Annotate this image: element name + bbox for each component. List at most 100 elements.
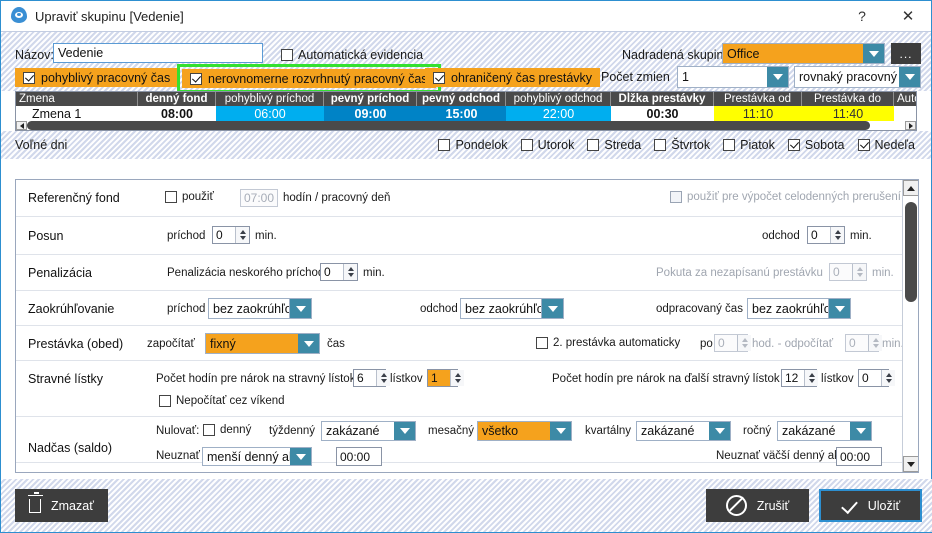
chevron-down-icon[interactable] (709, 422, 730, 440)
chevron-down-icon[interactable] (542, 299, 563, 318)
stepper-arrows-icon[interactable] (737, 335, 751, 351)
stepper-arrows-icon[interactable] (881, 370, 895, 386)
meal-weekend-box[interactable] (159, 395, 171, 407)
hscroll-thumb[interactable] (27, 121, 870, 130)
col-zmena[interactable]: Zmena (16, 92, 138, 106)
col-prestavka-do[interactable]: Prestávka do (802, 92, 894, 106)
meal-tickets-value[interactable]: 1 (428, 370, 450, 386)
second-break-deduct-value[interactable]: 0 (846, 335, 868, 351)
rounding-departure-select[interactable]: bez zaokrúhľovania (460, 298, 542, 319)
day-monday-box[interactable] (438, 139, 451, 151)
overtime-daily-box[interactable] (203, 424, 215, 436)
scroll-up-icon[interactable] (903, 180, 918, 196)
tag-uneven-schedule-box[interactable] (190, 72, 202, 85)
meal-next-tickets-value[interactable]: 0 (859, 370, 881, 386)
settings-vertical-scrollbar[interactable] (902, 180, 918, 472)
second-break-box[interactable] (536, 337, 548, 349)
day-monday[interactable]: Pondelok (438, 138, 508, 152)
tag-uneven-schedule[interactable]: nerovnomerne rozvrhnutý pracovný čas (182, 69, 436, 88)
penalty-break-value[interactable]: 0 (830, 264, 852, 280)
overtime-yearly-select[interactable]: zakázané (777, 421, 872, 441)
day-friday[interactable]: Piatok (723, 138, 775, 152)
chevron-down-icon[interactable] (290, 448, 311, 465)
day-sunday-box[interactable] (857, 139, 870, 151)
shift-adjust-departure-stepper[interactable]: 0 (807, 226, 845, 244)
overtime-monthly-select[interactable]: všetko (477, 421, 572, 441)
tag-flexible-worktime-box[interactable] (23, 71, 35, 84)
day-saturday[interactable]: Sobota (787, 138, 845, 152)
stepper-arrows-icon[interactable] (343, 264, 357, 280)
second-break-after-value[interactable]: 0 (715, 335, 737, 351)
meal-next-hours-stepper[interactable]: 12 (781, 369, 818, 387)
shift-adjust-departure-value[interactable]: 0 (808, 227, 830, 243)
meal-tickets-stepper[interactable]: 1 (427, 369, 464, 387)
col-pevny-prichod[interactable]: pevný príchod (324, 92, 417, 106)
stepper-arrows-icon[interactable] (376, 370, 390, 386)
tag-flexible-worktime[interactable]: pohyblivý pracovný čas (15, 68, 179, 87)
overtime-daily-checkbox[interactable]: denný (203, 424, 251, 436)
penalty-late-value[interactable]: 0 (321, 264, 343, 280)
rounding-departure-arrow[interactable] (542, 298, 564, 319)
shift-mode-select[interactable]: rovnaký pracovný (794, 66, 921, 88)
col-pohyblivy-prichod[interactable]: pohyblivý príchod (216, 92, 324, 106)
stepper-arrows-icon[interactable] (804, 370, 818, 386)
shift-adjust-arrival-value[interactable]: 0 (213, 227, 235, 243)
scroll-left-icon[interactable] (16, 121, 27, 130)
tag-limited-break[interactable]: ohraničený čas prestávky (425, 68, 601, 87)
close-icon[interactable]: ✕ (885, 1, 931, 31)
day-sunday[interactable]: Nedeľa (857, 138, 915, 152)
chevron-down-icon[interactable] (899, 67, 920, 87)
parent-group-select[interactable]: Office (722, 43, 885, 64)
col-pohyblivy-odchod[interactable]: pohyblivý odchod (506, 92, 611, 106)
lunch-count-select[interactable]: fixný (205, 333, 320, 354)
scroll-down-icon[interactable] (903, 456, 918, 472)
stepper-arrows-icon[interactable] (830, 227, 844, 243)
penalty-break-stepper[interactable]: 0 (829, 263, 867, 281)
overtime-ignore-time[interactable]: 00:00 (336, 447, 382, 466)
meal-weekend-checkbox[interactable]: Nepočítať cez víkend (159, 395, 285, 407)
help-button[interactable]: ? (839, 1, 885, 31)
name-input[interactable] (53, 43, 263, 63)
meal-hours-value[interactable]: 6 (354, 370, 376, 386)
reference-fullday-box[interactable] (670, 191, 682, 203)
second-break-after-stepper[interactable]: 0 (714, 334, 751, 352)
delete-button[interactable]: Zmazať (15, 489, 108, 522)
meal-next-tickets-stepper[interactable]: 0 (858, 369, 895, 387)
chevron-down-icon[interactable] (290, 299, 311, 318)
vscroll-thumb[interactable] (905, 202, 917, 302)
chevron-down-icon[interactable] (863, 44, 884, 63)
overtime-weekly-select[interactable]: zakázané (321, 421, 416, 441)
rounding-arrival-arrow[interactable] (290, 298, 312, 319)
col-automaticky-odpocet[interactable]: Automatický odpo (894, 92, 916, 106)
save-button[interactable]: Uložiť (819, 489, 922, 522)
overtime-ignore-select[interactable]: menší denný ako (202, 447, 312, 466)
table-horizontal-scrollbar[interactable] (16, 121, 916, 130)
day-thursday-box[interactable] (654, 139, 667, 151)
stepper-arrows-icon[interactable] (852, 264, 866, 280)
rounding-arrival-select[interactable]: bez zaokrúhľovania (208, 298, 290, 319)
stepper-arrows-icon[interactable] (868, 335, 882, 351)
chevron-down-icon[interactable] (850, 422, 871, 440)
reference-hours-input[interactable]: 07:00 (240, 189, 278, 207)
tag-limited-break-box[interactable] (433, 71, 445, 84)
stepper-arrows-icon[interactable] (235, 227, 249, 243)
hscroll-track[interactable] (27, 121, 905, 130)
shift-adjust-arrival-stepper[interactable]: 0 (212, 226, 250, 244)
day-wednesday-box[interactable] (587, 139, 600, 151)
auto-evidence-box[interactable] (281, 49, 293, 61)
day-tuesday[interactable]: Utorok (520, 138, 574, 152)
chevron-down-icon[interactable] (550, 422, 571, 440)
overtime-quarterly-select[interactable]: zakázané (636, 421, 731, 441)
shift-count-select[interactable]: 1 (677, 66, 789, 88)
col-pevny-odchod[interactable]: pevný odchod (417, 92, 506, 106)
second-break-deduct-stepper[interactable]: 0 (845, 334, 882, 352)
col-dlzka-prestavky[interactable]: Dĺžka prestávky (611, 92, 714, 106)
overtime-ignore-right-time[interactable]: 00:00 (836, 447, 882, 466)
cancel-button[interactable]: Zrušiť (706, 489, 809, 522)
reference-use-box[interactable] (165, 191, 177, 203)
auto-evidence-checkbox[interactable]: Automatická evidencia (281, 48, 423, 62)
day-friday-box[interactable] (723, 139, 736, 151)
rounding-worked-select[interactable]: bez zaokrúhľovania (747, 298, 829, 319)
browse-button[interactable]: ... (891, 43, 921, 64)
chevron-down-icon[interactable] (767, 67, 788, 87)
